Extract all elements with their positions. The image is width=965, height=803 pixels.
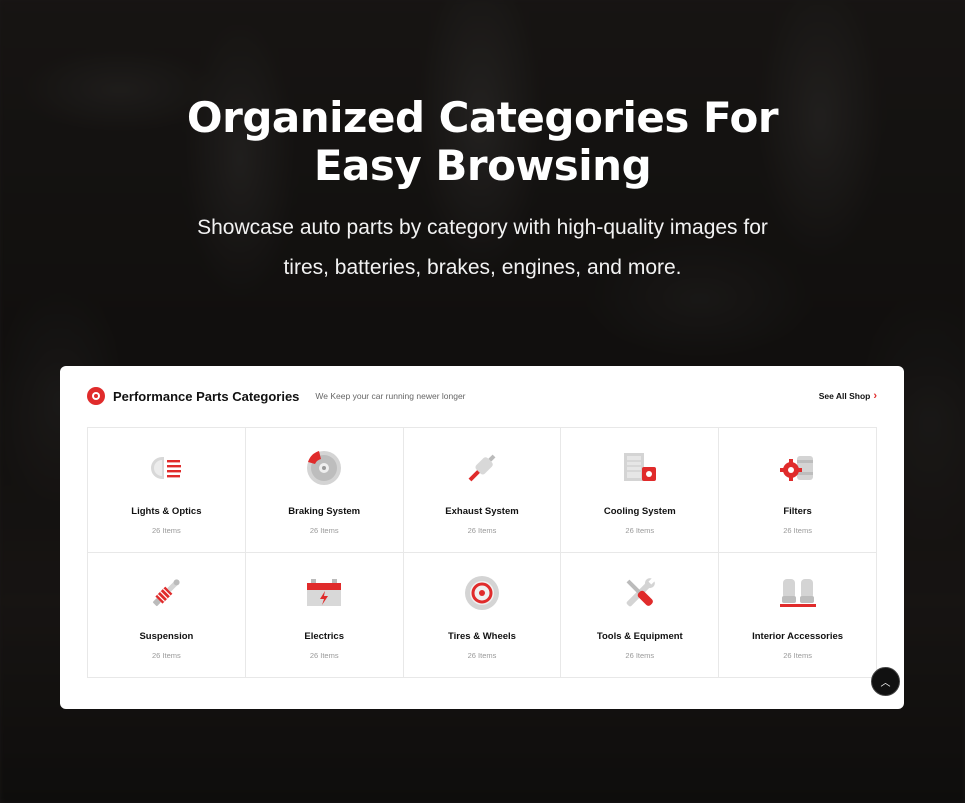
category-count: 26 Items — [152, 651, 181, 660]
category-tile-braking-system[interactable]: Braking System 26 Items — [245, 428, 404, 553]
category-count: 26 Items — [309, 651, 339, 660]
radiator-icon — [620, 448, 660, 488]
exhaust-icon — [462, 448, 502, 488]
filter-icon — [778, 448, 818, 488]
category-tile-cooling-system[interactable]: Cooling System 26 Items — [561, 428, 720, 553]
chevron-right-icon: › — [873, 390, 877, 402]
category-count: 26 Items — [625, 651, 655, 660]
wrench-screwdriver-icon — [620, 573, 660, 613]
chevron-up-icon: ︿ — [880, 678, 891, 689]
card-title: Performance Parts Categories — [113, 388, 300, 404]
category-grid: Lights & Optics 26 Items Braking System … — [87, 427, 877, 678]
card-subtitle: We Keep your car running newer longer — [315, 391, 466, 401]
category-count: 26 Items — [467, 526, 497, 535]
hero-title: Organized Categories For Easy Browsing — [186, 93, 779, 190]
category-count: 26 Items — [625, 526, 655, 535]
scroll-to-top-button[interactable]: ︿ — [871, 667, 900, 696]
category-name: Braking System — [288, 506, 361, 517]
brake-disc-icon — [304, 448, 344, 488]
category-count: 26 Items — [783, 651, 812, 660]
category-name: Filters — [783, 506, 812, 517]
category-name: Exhaust System — [445, 506, 519, 517]
category-tile-exhaust-system[interactable]: Exhaust System 26 Items — [403, 428, 562, 553]
category-name: Lights & Optics — [131, 506, 202, 517]
hero-section: Organized Categories For Easy Browsing S… — [0, 0, 965, 288]
category-count: 26 Items — [152, 526, 181, 535]
categories-card: Performance Parts Categories We Keep you… — [60, 366, 904, 709]
card-header: Performance Parts Categories We Keep you… — [87, 386, 877, 406]
category-name: Cooling System — [603, 506, 676, 517]
category-tile-interior-accessories[interactable]: Interior Accessories 26 Items — [719, 553, 877, 678]
category-tile-tools-equipment[interactable]: Tools & Equipment 26 Items — [561, 553, 720, 678]
category-name: Tools & Equipment — [596, 631, 683, 642]
category-tile-filters[interactable]: Filters 26 Items — [719, 428, 877, 553]
category-tile-lights-optics[interactable]: Lights & Optics 26 Items — [88, 428, 246, 553]
category-name: Tires & Wheels — [448, 631, 516, 642]
category-tile-suspension[interactable]: Suspension 26 Items — [88, 553, 246, 678]
headlight-icon — [146, 448, 186, 488]
brake-logo-icon — [87, 387, 105, 405]
shock-absorber-icon — [146, 573, 186, 613]
hero-subtitle: Showcase auto parts by category with hig… — [197, 216, 768, 279]
see-all-shop-link[interactable]: See All Shop › — [819, 390, 877, 402]
category-count: 26 Items — [467, 651, 497, 660]
car-seats-icon — [778, 573, 818, 613]
category-count: 26 Items — [309, 526, 339, 535]
category-name: Interior Accessories — [752, 631, 844, 642]
battery-icon — [304, 573, 344, 613]
category-tile-electrics[interactable]: Electrics 26 Items — [245, 553, 404, 678]
category-name: Electrics — [304, 631, 344, 642]
wheel-icon — [462, 573, 502, 613]
category-name: Suspension — [139, 631, 194, 642]
category-count: 26 Items — [783, 526, 812, 535]
see-all-label: See All Shop — [818, 391, 871, 401]
category-tile-tires-wheels[interactable]: Tires & Wheels 26 Items — [403, 553, 562, 678]
